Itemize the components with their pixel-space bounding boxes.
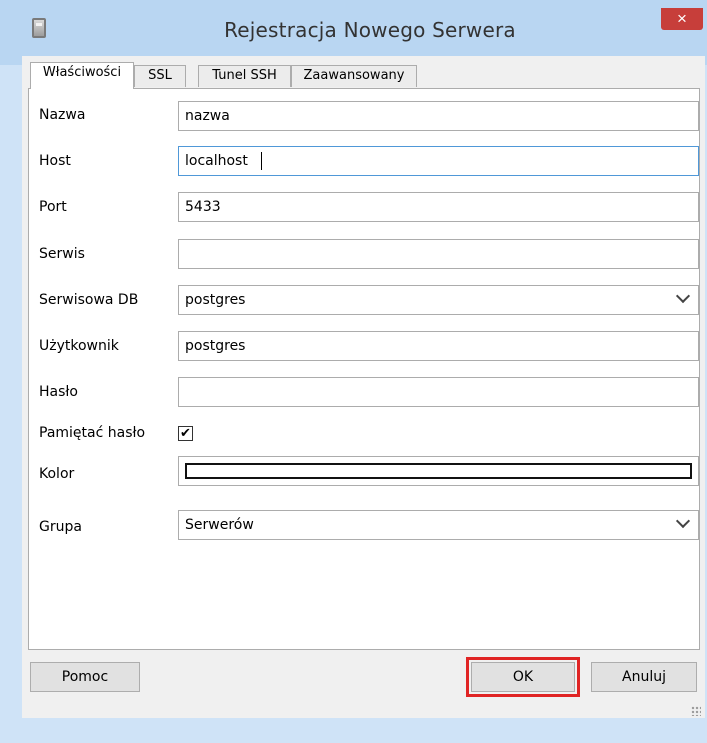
- nazwa-input[interactable]: nazwa: [178, 101, 699, 131]
- tab-ssl[interactable]: SSL: [134, 65, 186, 87]
- host-input[interactable]: localhost: [178, 146, 699, 176]
- serwisowa-db-value: postgres: [185, 292, 246, 308]
- tab-wlasciwosci[interactable]: Właściwości: [30, 62, 134, 89]
- haslo-input[interactable]: [178, 377, 699, 407]
- label-grupa: Grupa: [39, 519, 82, 535]
- label-nazwa: Nazwa: [39, 107, 86, 123]
- tab-tunel-ssh[interactable]: Tunel SSH: [198, 65, 291, 87]
- resize-grip-icon[interactable]: [691, 706, 701, 716]
- cancel-button[interactable]: Anuluj: [591, 662, 697, 692]
- port-input[interactable]: 5433: [178, 192, 699, 222]
- uzytkownik-input[interactable]: postgres: [178, 331, 699, 361]
- label-kolor: Kolor: [39, 466, 75, 482]
- dialog-body: Właściwości SSL Tunel SSH Zaawansowany N…: [22, 56, 705, 718]
- chevron-down-icon: [675, 513, 691, 529]
- close-button[interactable]: ×: [661, 8, 703, 30]
- serwisowa-db-select[interactable]: postgres: [178, 285, 699, 315]
- color-swatch: [185, 463, 692, 479]
- label-port: Port: [39, 199, 67, 215]
- grupa-select[interactable]: Serwerów: [178, 510, 699, 540]
- window-title: Rejestracja Nowego Serwera: [224, 18, 516, 42]
- properties-panel: Nazwa nazwa Host localhost Port 5433 Ser…: [28, 88, 700, 650]
- label-serwis: Serwis: [39, 246, 85, 262]
- label-serwisowa-db: Serwisowa DB: [39, 292, 139, 308]
- tab-zaawansowany[interactable]: Zaawansowany: [291, 65, 417, 87]
- serwis-input[interactable]: [178, 239, 699, 269]
- ok-button[interactable]: OK: [471, 662, 575, 692]
- grupa-value: Serwerów: [185, 517, 254, 533]
- dialog-window: Rejestracja Nowego Serwera × Właściwości…: [0, 0, 707, 743]
- pamietac-haslo-checkbox[interactable]: ✔: [178, 426, 193, 441]
- label-uzytkownik: Użytkownik: [39, 338, 119, 354]
- chevron-down-icon: [675, 288, 691, 304]
- label-haslo: Hasło: [39, 384, 78, 400]
- kolor-picker[interactable]: [178, 456, 699, 486]
- status-bar: [22, 706, 705, 718]
- label-host: Host: [39, 153, 71, 169]
- host-input-value: localhost: [185, 153, 248, 169]
- label-pamietac-haslo: Pamiętać hasło: [39, 425, 146, 441]
- help-button[interactable]: Pomoc: [30, 662, 140, 692]
- text-caret: [261, 152, 262, 170]
